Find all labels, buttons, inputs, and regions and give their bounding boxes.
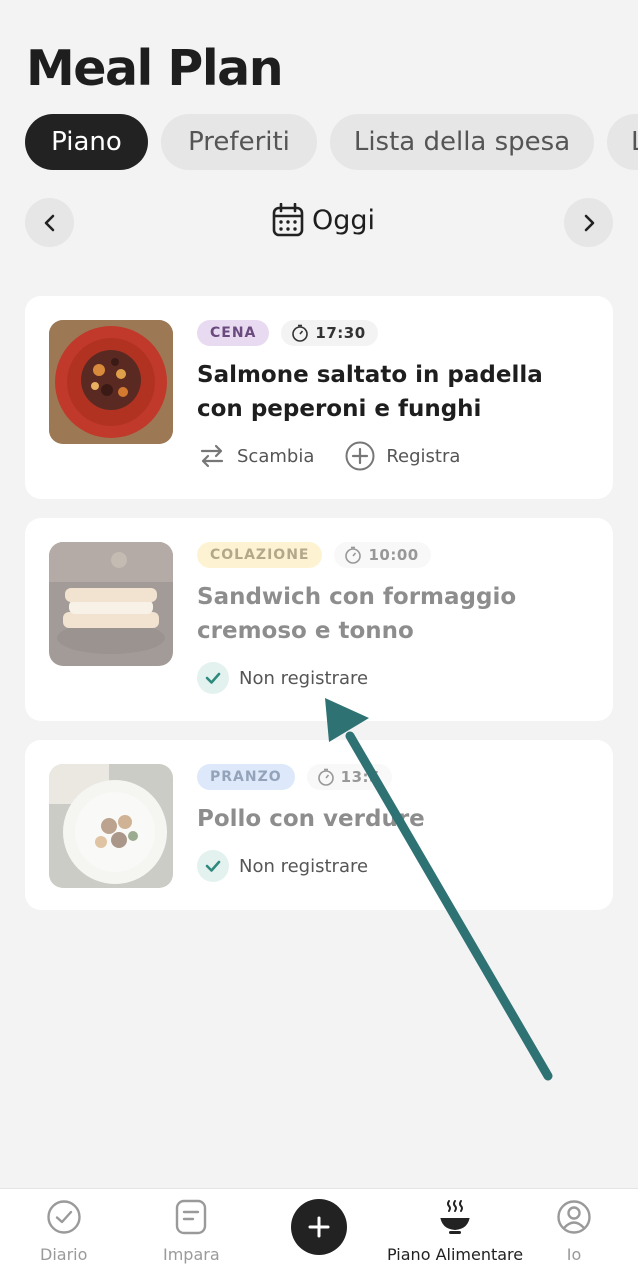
category-badge: COLAZIONE: [197, 542, 323, 568]
meal-card-colazione[interactable]: COLAZIONE 10:00 Sandwich con formaggio c…: [25, 518, 613, 721]
nav-item-impara[interactable]: Impara: [163, 1199, 220, 1264]
time-badge: 13:5: [306, 764, 392, 790]
plus-icon: [308, 1216, 330, 1238]
meal-image-pollo: [49, 764, 173, 888]
user-circle-icon: [557, 1200, 591, 1234]
timer-icon: [292, 324, 309, 342]
meal-image-salmone: [49, 320, 173, 444]
category-badge: PRANZO: [197, 764, 295, 790]
bowl-icon: [440, 1200, 471, 1234]
meal-image-sandwich: [49, 542, 173, 666]
tab-piano[interactable]: Piano: [25, 114, 148, 170]
calendar-icon: [272, 203, 304, 237]
chevron-left-icon: [44, 214, 54, 231]
meal-card-cena[interactable]: CENA 17:30 Salmone saltato in padella co…: [25, 296, 613, 499]
date-label: Oggi: [312, 204, 376, 236]
tab-lista-della-spesa[interactable]: Lista della spesa: [330, 114, 594, 170]
note-icon: [176, 1199, 207, 1235]
meal-name[interactable]: Pollo con verdure: [197, 802, 587, 836]
swap-button[interactable]: Scambia: [197, 441, 314, 471]
check-icon: [197, 850, 229, 882]
tab-bar: Piano Preferiti Lista della spesa L: [25, 114, 638, 170]
page-title: Meal Plan: [26, 40, 284, 97]
meal-card-pranzo[interactable]: PRANZO 13:5 Pollo con verdure Non regist…: [25, 740, 613, 910]
swap-icon: [200, 444, 224, 468]
timer-icon: [317, 768, 334, 786]
time-badge: 10:00: [334, 542, 431, 568]
time-badge: 17:30: [281, 320, 378, 346]
plus-circle-icon: [345, 441, 375, 471]
add-button[interactable]: [291, 1199, 347, 1255]
meal-name[interactable]: Salmone saltato in padella con peperoni …: [197, 358, 587, 426]
previous-day-button[interactable]: [25, 198, 74, 247]
nav-item-diario[interactable]: Diario: [40, 1199, 87, 1264]
logged-status: Non registrare: [197, 662, 368, 694]
next-day-button[interactable]: [564, 198, 613, 247]
log-button[interactable]: Registra: [344, 440, 460, 472]
logged-status: Non registrare: [197, 850, 368, 882]
nav-item-piano-alimentare[interactable]: Piano Alimentare: [387, 1199, 523, 1264]
nav-item-io[interactable]: Io: [556, 1199, 592, 1264]
category-badge: CENA: [197, 320, 270, 346]
check-icon: [197, 662, 229, 694]
meal-name[interactable]: Sandwich con formaggio cremoso e tonno: [197, 580, 587, 648]
tab-truncated[interactable]: L: [607, 114, 638, 170]
date-navigator: Oggi: [25, 198, 613, 248]
bottom-navigation: Diario Impara Piano Alimentare Io: [0, 1188, 638, 1280]
timer-icon: [345, 546, 362, 564]
tab-preferiti[interactable]: Preferiti: [161, 114, 317, 170]
check-circle-icon: [46, 1200, 81, 1234]
current-date[interactable]: Oggi: [272, 203, 375, 237]
chevron-right-icon: [584, 214, 594, 231]
